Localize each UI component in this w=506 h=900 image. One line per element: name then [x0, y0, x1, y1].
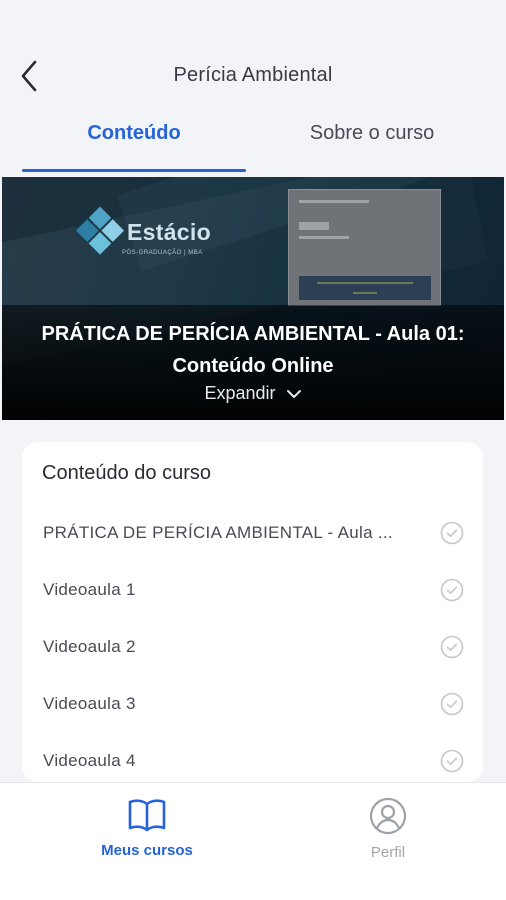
list-item-label: Videoaula 1: [43, 580, 136, 599]
nav-meus-cursos-label: Meus cursos: [101, 842, 193, 859]
list-item[interactable]: Videoaula 1: [22, 561, 483, 618]
nav-perfil[interactable]: Perfil: [308, 797, 468, 861]
course-content-card: Conteúdo do curso PRÁTICA DE PERÍCIA AMB…: [22, 442, 483, 782]
check-circle-icon: [440, 635, 464, 659]
check-circle-icon: [440, 692, 464, 716]
check-circle-icon: [440, 749, 464, 773]
expand-label: Expandir: [204, 383, 276, 403]
book-icon: [128, 799, 166, 832]
course-content-title: Conteúdo do curso: [42, 462, 212, 484]
logo-text: Estácio: [127, 218, 211, 245]
user-circle-icon: [369, 797, 407, 835]
nav-meus-cursos[interactable]: Meus cursos: [67, 797, 227, 859]
nav-perfil-label: Perfil: [370, 844, 406, 861]
list-item[interactable]: PRÁTICA DE PERÍCIA AMBIENTAL - Aula ...: [22, 504, 483, 561]
list-item-label: Videoaula 2: [43, 637, 136, 656]
tab-bar: Conteúdo Sobre o curso: [0, 122, 506, 172]
check-circle-icon: [440, 521, 464, 545]
active-tab-indicator: [22, 169, 246, 172]
list-item-label: Videoaula 4: [43, 751, 136, 770]
logo-mark-icon: [75, 206, 126, 258]
list-item[interactable]: Videoaula 2: [22, 618, 483, 675]
video-player[interactable]: Estácio PÓS-GRADUAÇÃO | MBA PRÁTICA DE P…: [2, 177, 504, 420]
bottom-navigation: Meus cursos Perfil: [0, 782, 506, 900]
check-circle-icon: [440, 578, 464, 602]
tab-sobre-o-curso[interactable]: Sobre o curso: [260, 122, 484, 172]
estacio-logo: Estácio: [75, 206, 211, 255]
video-title: PRÁTICA DE PERÍCIA AMBIENTAL - Aula 01: …: [41, 323, 465, 377]
video-slide-thumbnail: [288, 189, 441, 306]
expand-button[interactable]: Expandir: [2, 383, 504, 404]
list-item-label: Videoaula 3: [43, 694, 136, 713]
list-item-label: PRÁTICA DE PERÍCIA AMBIENTAL - Aula ...: [43, 523, 393, 542]
app-header: Perícia Ambiental Conteúdo Sobre o curso: [0, 0, 506, 172]
list-item[interactable]: Videoaula 4: [22, 732, 483, 782]
tab-conteudo[interactable]: Conteúdo: [22, 122, 246, 172]
list-item[interactable]: Videoaula 3: [22, 675, 483, 732]
logo-subtext: PÓS-GRADUAÇÃO | MBA: [122, 250, 203, 256]
chevron-down-icon: [286, 390, 301, 399]
page-title: Perícia Ambiental: [173, 64, 333, 86]
